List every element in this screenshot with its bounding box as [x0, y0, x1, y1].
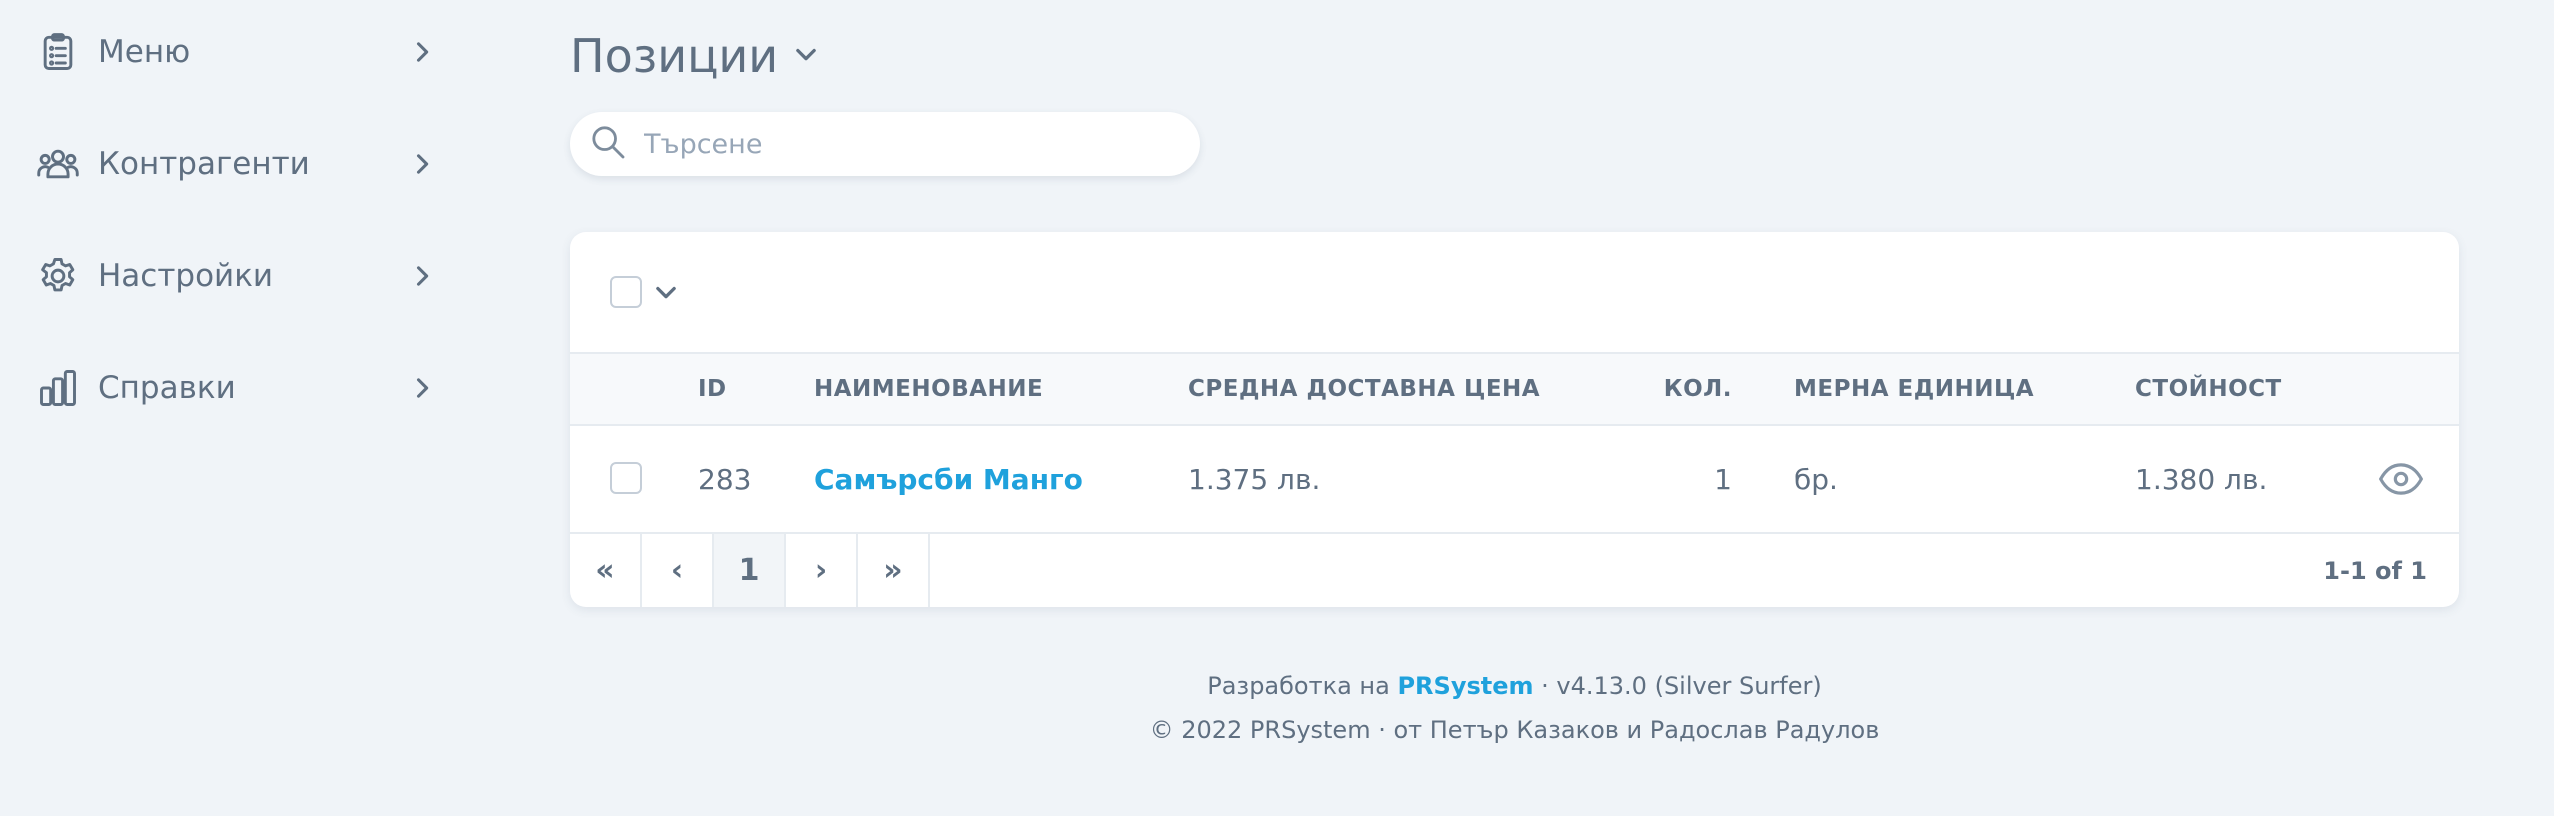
sidebar-item-label: Настройки: [98, 258, 274, 294]
sidebar-item-settings[interactable]: Настройки: [36, 246, 436, 306]
column-header-name[interactable]: НАИМЕНОВАНИЕ: [814, 354, 1043, 424]
items-table-card: ID НАИМЕНОВАНИЕ СРЕДНА ДОСТАВНА ЦЕНА КОЛ…: [570, 232, 2459, 607]
row-checkbox[interactable]: [610, 462, 642, 494]
footer-brand-link[interactable]: PRSystem: [1397, 672, 1533, 700]
search-box: [570, 112, 1200, 176]
cell-qty: 1: [1714, 462, 1732, 496]
cell-value: 1.380 лв.: [2135, 462, 2268, 496]
prev-page-button[interactable]: ‹: [642, 534, 714, 607]
cell-name-link[interactable]: Самърсби Манго: [814, 426, 1083, 532]
sidebar-item-reports[interactable]: Справки: [36, 358, 436, 418]
chevron-down-icon[interactable]: [652, 278, 680, 306]
sidebar-item-label: Меню: [98, 34, 191, 70]
column-header-avg-price[interactable]: СРЕДНА ДОСТАВНА ЦЕНА: [1188, 354, 1540, 424]
bulk-actions-toolbar: [570, 232, 2459, 352]
pagination-info: 1-1 of 1: [2323, 556, 2427, 585]
column-header-id[interactable]: ID: [698, 354, 727, 424]
column-header-qty[interactable]: КОЛ.: [1620, 354, 1732, 424]
last-page-button[interactable]: »: [858, 534, 930, 607]
sidebar-item-label: Контрагенти: [98, 146, 310, 182]
users-icon: [36, 142, 80, 186]
search-input[interactable]: [644, 128, 1164, 160]
cell-avg-price: 1.375 лв.: [1188, 462, 1321, 496]
pagination: « ‹ 1 › » 1-1 of 1: [570, 532, 2459, 607]
sidebar-item-contractors[interactable]: Контрагенти: [36, 134, 436, 194]
chevron-down-icon: [792, 40, 820, 72]
first-page-button[interactable]: «: [570, 534, 642, 607]
chevron-right-icon: [408, 38, 436, 66]
chevron-right-icon: [408, 374, 436, 402]
chevron-right-icon: [408, 262, 436, 290]
gear-icon: [36, 254, 80, 298]
footer-credits: Разработка на PRSystem · v4.13.0 (Silver…: [570, 672, 2459, 700]
footer-copyright: © 2022 PRSystem · от Петър Казаков и Рад…: [1149, 716, 1880, 744]
bar-chart-icon: [36, 366, 80, 410]
next-page-button[interactable]: ›: [786, 534, 858, 607]
table-row: 283 Самърсби Манго 1.375 лв. 1 бр. 1.380…: [570, 426, 2459, 532]
sidebar-item-label: Справки: [98, 370, 236, 406]
page-button-current[interactable]: 1: [714, 534, 786, 607]
select-all-checkbox[interactable]: [610, 276, 642, 308]
footer-version: · v4.13.0 (Silver Surfer): [1541, 672, 1822, 700]
page-title[interactable]: Позиции: [570, 26, 820, 86]
sidebar-item-menu[interactable]: Меню: [36, 22, 436, 82]
cell-unit: бр.: [1794, 462, 1838, 496]
cell-id: 283: [698, 462, 752, 496]
column-header-value[interactable]: СТОЙНОСТ: [2135, 354, 2282, 424]
page-title-text: Позиции: [570, 29, 779, 83]
search-icon: [588, 122, 628, 166]
footer-prefix: Разработка на: [1207, 672, 1390, 700]
table-header: ID НАИМЕНОВАНИЕ СРЕДНА ДОСТАВНА ЦЕНА КОЛ…: [570, 352, 2459, 426]
column-header-unit[interactable]: МЕРНА ЕДИНИЦА: [1794, 354, 2034, 424]
chevron-right-icon: [408, 150, 436, 178]
clipboard-list-icon: [36, 30, 80, 74]
eye-icon[interactable]: [2378, 459, 2424, 499]
